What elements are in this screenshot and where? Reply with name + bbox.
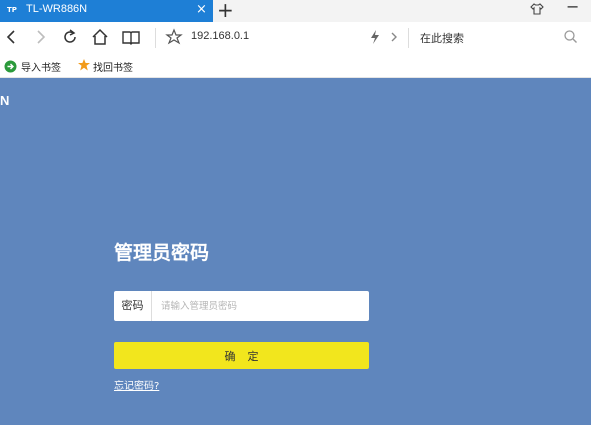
search-field[interactable]: 在此搜索 [420, 30, 464, 46]
password-field-group: 密码 [114, 291, 369, 321]
divider [408, 28, 409, 48]
password-input[interactable] [153, 291, 367, 321]
navigation-bar: 192.168.0.1 在此搜索 [0, 22, 591, 54]
chevron-right-icon[interactable] [384, 27, 404, 47]
tab-strip: TP TL-WR886N × + − [0, 0, 591, 22]
new-tab-button[interactable]: + [217, 0, 234, 22]
tab-title: TL-WR886N [26, 3, 88, 15]
tab-router-admin[interactable]: TP TL-WR886N × [0, 0, 213, 22]
brand-logo-fragment: N [0, 93, 10, 108]
star-icon [77, 57, 91, 76]
forward-icon[interactable] [30, 27, 50, 47]
favorite-star-icon[interactable] [164, 27, 184, 47]
lightning-icon[interactable] [365, 27, 385, 47]
search-icon[interactable] [561, 27, 581, 47]
home-icon[interactable] [90, 27, 110, 47]
bookmark-bar: 导入书签 找回书签 [0, 54, 591, 78]
confirm-button[interactable]: 确定 [114, 342, 369, 369]
bookmark-item-import[interactable]: 导入书签 [21, 59, 61, 74]
import-icon [4, 58, 17, 77]
bookmark-item-restore[interactable]: 找回书签 [93, 59, 133, 74]
password-label: 密码 [114, 291, 152, 321]
shirt-skin-icon[interactable] [530, 0, 544, 20]
tab-close-icon[interactable]: × [196, 2, 207, 17]
page-title: 管理员密码 [114, 242, 210, 264]
minimize-icon[interactable]: − [566, 0, 579, 16]
tp-link-favicon-icon: TP [7, 6, 17, 14]
back-icon[interactable] [2, 27, 22, 47]
divider [155, 28, 156, 48]
refresh-icon[interactable] [60, 27, 80, 47]
forgot-password-link[interactable]: 忘记密码? [114, 377, 159, 392]
reading-book-icon[interactable] [121, 27, 141, 47]
url-field[interactable]: 192.168.0.1 [191, 30, 249, 42]
